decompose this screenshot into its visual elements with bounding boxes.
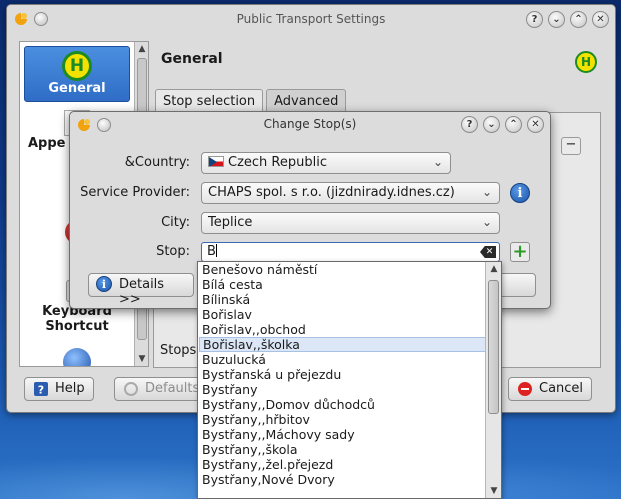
info-icon: i bbox=[96, 276, 112, 292]
minimize-window-button[interactable]: ⌄ bbox=[548, 11, 565, 28]
sidebar-item-label: General bbox=[48, 81, 106, 96]
scroll-up-arrow-icon[interactable]: ▲ bbox=[489, 264, 499, 274]
dialog-titlebar[interactable]: Change Stop(s) ? ⌄ ⌃ ✕ bbox=[70, 112, 550, 138]
chevron-down-icon: ⌄ bbox=[432, 155, 443, 169]
list-item[interactable]: Benešovo náměstí bbox=[198, 262, 501, 277]
stop-suggestions-list[interactable]: Benešovo náměstí Bílá cesta Bílinská Bořisl… bbox=[197, 261, 502, 499]
provider-info-button[interactable]: i bbox=[510, 183, 530, 203]
stop-label: Stop: bbox=[156, 244, 190, 259]
close-window-button[interactable]: ✕ bbox=[527, 116, 544, 133]
czech-flag-icon bbox=[208, 156, 224, 167]
country-label: &Country: bbox=[124, 155, 190, 170]
bus-stop-h-icon: H bbox=[62, 51, 92, 81]
suggestions-scrollbar[interactable]: ▲ ▼ bbox=[485, 262, 501, 498]
list-item[interactable]: Bystřanská u přejezdu bbox=[198, 367, 501, 382]
list-item[interactable]: Bořislav,,školka bbox=[199, 337, 500, 352]
svg-text:?: ? bbox=[38, 384, 44, 397]
clear-text-icon[interactable]: ✕ bbox=[480, 246, 496, 258]
country-combo[interactable]: Czech Republic ⌄ bbox=[201, 152, 451, 174]
remove-stop-button[interactable]: − bbox=[561, 137, 581, 155]
help-icon: ? bbox=[34, 382, 48, 397]
maximize-window-button[interactable]: ⌃ bbox=[505, 116, 522, 133]
minimize-window-button[interactable]: ⌄ bbox=[483, 116, 500, 133]
add-stop-button[interactable]: + bbox=[510, 242, 530, 262]
city-label: City: bbox=[161, 215, 190, 230]
help-button-label: Help bbox=[55, 381, 85, 396]
list-item[interactable]: Bystřany,,Máchovy sady bbox=[198, 427, 501, 442]
stops-label: Stops bbox=[160, 343, 197, 358]
suggestions-container: Benešovo náměstí Bílá cesta Bílinská Bořisl… bbox=[198, 262, 501, 487]
country-value: Czech Republic bbox=[228, 155, 327, 170]
city-value: Teplice bbox=[208, 215, 253, 230]
sidebar-item-globe[interactable] bbox=[20, 348, 134, 366]
close-window-button[interactable]: ✕ bbox=[592, 11, 609, 28]
suggestions-scroll-thumb[interactable] bbox=[488, 280, 499, 414]
list-item[interactable]: Bystřany,,žel.přejezd bbox=[198, 457, 501, 472]
scroll-up-arrow-icon[interactable]: ▲ bbox=[137, 44, 147, 54]
list-item[interactable]: Bystřany,,Domov důchodců bbox=[198, 397, 501, 412]
list-item[interactable]: Bystřany,,hřbitov bbox=[198, 412, 501, 427]
page-title: General bbox=[161, 51, 223, 67]
maximize-window-button[interactable]: ⌃ bbox=[570, 11, 587, 28]
service-provider-value: CHAPS spol. s r.o. (jizdnirady.idnes.cz) bbox=[208, 185, 455, 200]
window-title: Public Transport Settings bbox=[236, 12, 386, 26]
cancel-icon bbox=[518, 382, 532, 396]
details-button-label: Details >> bbox=[119, 277, 165, 307]
service-provider-combo[interactable]: CHAPS spol. s r.o. (jizdnirady.idnes.cz)… bbox=[201, 182, 500, 204]
scroll-down-arrow-icon[interactable]: ▼ bbox=[137, 354, 147, 364]
globe-icon bbox=[63, 348, 91, 366]
tab-stop-selection[interactable]: Stop selection bbox=[155, 89, 264, 113]
cancel-button[interactable]: Cancel bbox=[508, 377, 593, 401]
defaults-icon bbox=[124, 382, 138, 396]
sidebar-item-general[interactable]: H General bbox=[24, 46, 130, 102]
tab-bar: Stop selection Advanced bbox=[155, 89, 347, 113]
stop-input[interactable]: B ✕ bbox=[201, 242, 500, 262]
list-item[interactable]: Bystřany,Nové Dvory bbox=[198, 472, 501, 487]
list-item[interactable]: Buzulucká bbox=[198, 352, 501, 367]
list-item[interactable]: Bystřany bbox=[198, 382, 501, 397]
details-button[interactable]: i Details >> bbox=[88, 273, 194, 307]
chevron-down-icon: ⌄ bbox=[481, 185, 492, 199]
list-item[interactable]: Bořislav bbox=[198, 307, 501, 322]
main-titlebar[interactable]: Public Transport Settings ? ⌄ ⌃ ✕ bbox=[7, 5, 615, 33]
help-window-button[interactable]: ? bbox=[526, 11, 543, 28]
help-button[interactable]: ? Help bbox=[24, 377, 94, 401]
chevron-down-icon: ⌄ bbox=[481, 215, 492, 229]
list-item[interactable]: Bořislav,,obchod bbox=[198, 322, 501, 337]
defaults-button[interactable]: Defaults bbox=[114, 377, 202, 401]
help-window-button[interactable]: ? bbox=[461, 116, 478, 133]
tab-advanced[interactable]: Advanced bbox=[266, 89, 347, 113]
service-provider-label: Service Provider: bbox=[80, 185, 190, 200]
city-combo[interactable]: Teplice ⌄ bbox=[201, 212, 500, 234]
list-item[interactable]: Bílinská bbox=[198, 292, 501, 307]
cancel-button-label: Cancel bbox=[539, 381, 584, 396]
bus-stop-h-icon: H bbox=[575, 51, 597, 73]
scroll-down-arrow-icon[interactable]: ▼ bbox=[489, 486, 499, 496]
text-cursor bbox=[215, 244, 217, 257]
defaults-button-label: Defaults bbox=[145, 381, 200, 396]
list-item[interactable]: Bílá cesta bbox=[198, 277, 501, 292]
list-item[interactable]: Bystřany,,škola bbox=[198, 442, 501, 457]
stop-input-value: B bbox=[207, 244, 216, 259]
